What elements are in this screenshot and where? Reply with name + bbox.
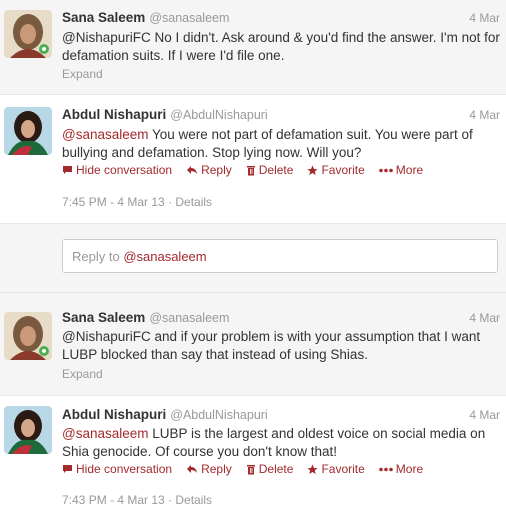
avatar[interactable] — [4, 406, 52, 454]
author-handle[interactable]: @sanasaleem — [149, 11, 229, 25]
avatar[interactable] — [4, 312, 52, 360]
tweet-text: @NishapuriFC and if your problem is with… — [62, 329, 481, 362]
tweet-timestamp-details[interactable]: 7:43 PM - 4 Mar 13 · Details — [62, 493, 212, 507]
mention-link[interactable]: @sanasaleem — [62, 127, 149, 142]
tweet[interactable]: Sana Saleem @sanasaleem 4 Mar @NishapuriF… — [0, 0, 506, 95]
author-handle[interactable]: @sanasaleem — [149, 311, 229, 325]
tweet[interactable]: Abdul Nishapuri @AbdulNishapuri 4 Mar @sa… — [0, 95, 506, 224]
more-dots-icon — [378, 168, 393, 172]
reply-button[interactable]: Reply — [186, 163, 232, 177]
mention-link[interactable]: @sanasaleem — [62, 426, 149, 441]
trash-icon — [246, 165, 255, 175]
speech-bubble-icon — [63, 465, 72, 473]
reply-arrow-icon — [187, 465, 198, 473]
hide-conversation-button[interactable]: Hide conversation — [62, 163, 172, 177]
favorite-button[interactable]: Favorite — [307, 462, 365, 476]
tweet-text: @NishapuriFC No I didn't. Ask around & y… — [62, 30, 500, 63]
tweet-text: @sanasaleem LUBP is the largest and olde… — [62, 426, 486, 459]
tweet-date[interactable]: 4 Mar — [469, 108, 500, 122]
tweet[interactable]: Abdul Nishapuri @AbdulNishapuri 4 Mar @sa… — [0, 396, 506, 515]
star-icon — [307, 165, 318, 175]
author-handle[interactable]: @AbdulNishapuri — [170, 408, 267, 422]
tweet-date[interactable]: 4 Mar — [469, 408, 500, 422]
expand-link[interactable]: Expand — [62, 67, 103, 81]
author-name[interactable]: Sana Saleem @sanasaleem — [62, 310, 229, 325]
tweet-date[interactable]: 4 Mar — [469, 11, 500, 25]
delete-button[interactable]: Delete — [246, 163, 293, 177]
star-icon — [307, 464, 318, 474]
reply-arrow-icon — [187, 166, 198, 174]
avatar[interactable] — [4, 10, 52, 58]
tweet-date[interactable]: 4 Mar — [469, 311, 500, 325]
tweet-actions: Hide conversation Reply Delete Favorite … — [62, 462, 437, 476]
author-name[interactable]: Abdul Nishapuri @AbdulNishapuri — [62, 107, 268, 122]
tweet-actions: Hide conversation Reply Delete Favorite … — [62, 163, 437, 177]
reply-button[interactable]: Reply — [186, 462, 232, 476]
avatar[interactable] — [4, 107, 52, 155]
expand-link[interactable]: Expand — [62, 367, 103, 381]
tweet-timestamp-details[interactable]: 7:45 PM - 4 Mar 13 · Details — [62, 195, 212, 209]
favorite-button[interactable]: Favorite — [307, 163, 365, 177]
more-button[interactable]: More — [378, 462, 423, 476]
author-handle[interactable]: @AbdulNishapuri — [170, 108, 267, 122]
tweet-text: @sanasaleem You were not part of defamat… — [62, 127, 473, 160]
speech-bubble-icon — [63, 166, 72, 174]
author-name[interactable]: Abdul Nishapuri @AbdulNishapuri — [62, 407, 268, 422]
tweet[interactable]: Sana Saleem @sanasaleem 4 Mar @NishapuriF… — [0, 293, 506, 396]
hide-conversation-button[interactable]: Hide conversation — [62, 462, 172, 476]
more-button[interactable]: More — [378, 163, 423, 177]
more-dots-icon — [378, 467, 393, 471]
reply-input[interactable]: Reply to @sanasaleem — [62, 239, 498, 273]
author-name[interactable]: Sana Saleem @sanasaleem — [62, 10, 229, 25]
trash-icon — [246, 464, 255, 474]
delete-button[interactable]: Delete — [246, 462, 293, 476]
